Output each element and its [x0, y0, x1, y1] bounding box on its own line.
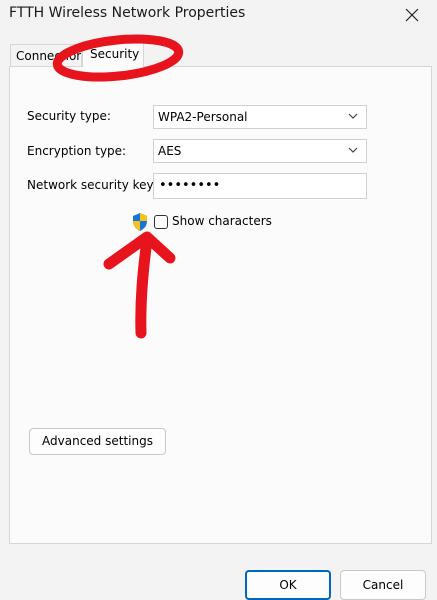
security-panel [9, 66, 432, 544]
tab-security[interactable]: Security [82, 41, 144, 67]
show-characters-label[interactable]: Show characters [172, 214, 272, 228]
chevron-down-icon [348, 113, 358, 119]
network-key-input[interactable]: •••••••• [153, 173, 367, 199]
network-key-label: Network security key [27, 178, 154, 192]
encryption-type-label: Encryption type: [27, 144, 127, 158]
show-characters-checkbox[interactable] [154, 215, 168, 229]
close-icon [405, 8, 419, 22]
security-type-label: Security type: [27, 109, 111, 123]
encryption-type-select[interactable]: AES [153, 139, 367, 163]
window-title: FTTH Wireless Network Properties [9, 5, 246, 21]
cancel-button[interactable]: Cancel [340, 570, 426, 600]
uac-shield-icon [133, 213, 147, 231]
advanced-settings-button[interactable]: Advanced settings [29, 428, 166, 455]
security-type-select[interactable]: WPA2-Personal [153, 105, 367, 129]
title-bar: FTTH Wireless Network Properties [0, 0, 437, 34]
tab-connection[interactable]: Connection [10, 44, 82, 66]
encryption-type-value: AES [158, 144, 182, 158]
security-type-value: WPA2-Personal [158, 110, 248, 124]
chevron-down-icon [348, 147, 358, 153]
close-button[interactable] [398, 4, 426, 28]
ok-button[interactable]: OK [245, 570, 331, 600]
